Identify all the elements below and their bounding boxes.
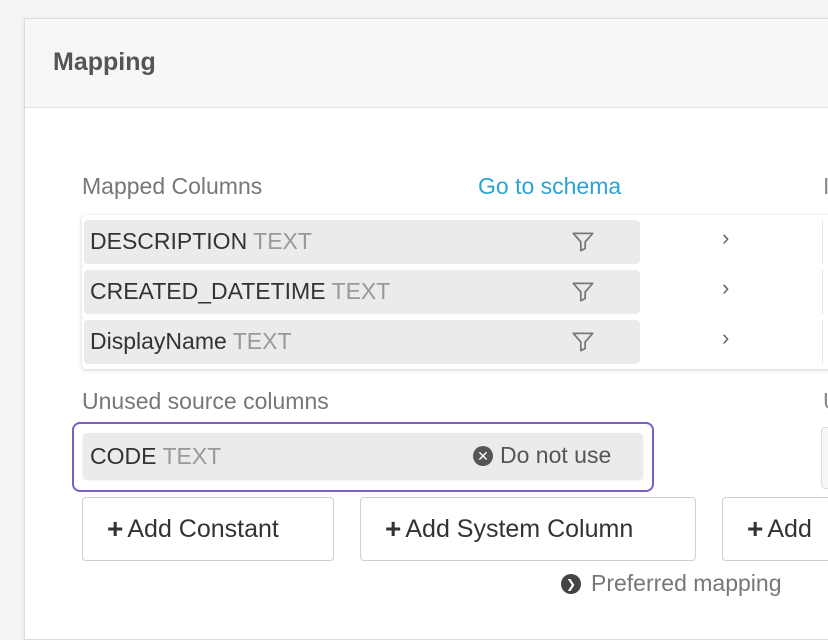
chevron-right-icon[interactable]: › [722,225,729,251]
mapped-row-label: CREATED_DATETIME TEXT [90,278,390,305]
add-system-column-label: Add System Column [405,514,634,543]
x-circle-icon: ✕ [473,445,493,466]
column-type: TEXT [253,228,312,254]
chevron-right-circle-icon: ❯ [561,573,581,594]
column-name: CREATED_DATETIME [90,278,326,304]
column-name: DESCRIPTION [90,228,248,254]
add-constant-label: Add Constant [127,514,279,543]
preferred-mapping-link[interactable]: ❯ Preferred mapping [561,570,782,597]
mapped-columns-label: Mapped Columns [82,173,263,199]
plus-icon: + [107,513,124,544]
column-name: CODE [90,443,157,469]
mapped-row-displayname[interactable]: DisplayName TEXT [84,320,640,364]
plus-icon: + [747,513,764,544]
target-columns-label-partial: I [823,173,828,199]
mapped-row-label: DisplayName TEXT [90,328,292,355]
add-label: Add [767,514,812,543]
column-type: TEXT [331,278,391,304]
panel-header: Mapping [25,19,828,108]
filter-icon[interactable] [570,229,596,255]
chevron-right-icon[interactable]: › [722,275,729,301]
unused-source-columns-label: Unused source columns [82,388,329,414]
do-not-use-label: Do not use [500,442,612,468]
mapped-row-description[interactable]: DESCRIPTION TEXT [84,220,640,264]
add-constant-button[interactable]: + Add Constant [82,497,334,561]
mapped-row-label: DESCRIPTION TEXT [90,228,312,255]
unused-columns-list: CODE TEXT ✕ Do not use [72,422,654,492]
mapping-panel: Mapping Mapped Columns Go to schema I DE… [24,18,828,640]
mapped-row-created-datetime[interactable]: CREATED_DATETIME TEXT [84,270,640,314]
target-field-stub [822,270,828,314]
unused-row-label: CODE TEXT [90,443,221,470]
filter-icon[interactable] [570,329,596,355]
plus-icon: + [385,513,402,544]
add-system-column-button[interactable]: + Add System Column [360,497,696,561]
go-to-schema-link[interactable]: Go to schema [478,173,621,200]
chevron-right-icon[interactable]: › [722,325,729,351]
panel-title: Mapping [53,48,156,76]
column-type: TEXT [232,328,292,354]
target-field-stub [822,320,828,364]
preferred-mapping-label: Preferred mapping [591,570,782,596]
add-button-partial[interactable]: + Add [722,497,828,561]
unused-target-label-partial: U [823,388,828,415]
unused-row-code[interactable]: CODE TEXT ✕ Do not use [83,433,643,479]
filter-icon[interactable] [570,279,596,305]
column-type: TEXT [162,443,222,469]
unused-target-stub [821,427,828,489]
target-field-stub [822,220,828,264]
do-not-use-button[interactable]: ✕ Do not use [473,442,611,469]
mapped-columns-list: DESCRIPTION TEXT › CREATED_DATETIME TEXT… [82,215,828,369]
column-name: DisplayName [90,328,227,354]
